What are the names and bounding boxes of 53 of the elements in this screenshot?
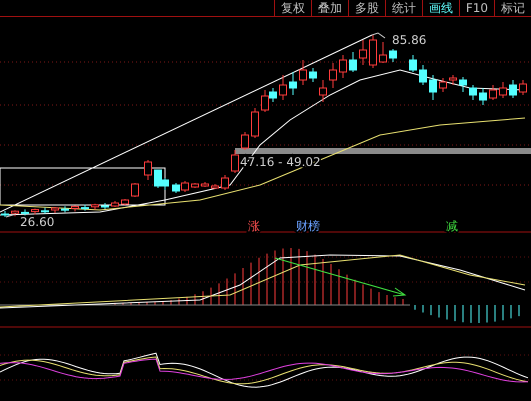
candlestick xyxy=(111,200,119,208)
event-marker: 财榜 xyxy=(296,219,320,233)
candlestick xyxy=(144,160,152,180)
candlestick xyxy=(191,182,199,188)
candlestick xyxy=(339,54,347,78)
candlestick xyxy=(279,74,287,100)
candlestick xyxy=(101,202,109,210)
candlestick xyxy=(439,78,447,92)
candlestick xyxy=(231,150,239,174)
candlestick xyxy=(71,204,79,212)
event-marker: 涨 xyxy=(248,219,260,233)
candlestick xyxy=(469,84,477,100)
candlestick xyxy=(309,68,317,82)
candlestick xyxy=(299,60,307,86)
candlestick xyxy=(251,108,259,138)
candlestick xyxy=(51,206,59,214)
candlestick xyxy=(1,210,9,218)
candlestick xyxy=(81,204,89,212)
low-price-label: 26.60 xyxy=(20,215,54,229)
candlestick xyxy=(31,208,39,216)
candlestick xyxy=(519,80,527,96)
candlestick xyxy=(489,84,497,100)
candlestick xyxy=(21,208,29,216)
candlestick xyxy=(241,132,249,150)
candlestick xyxy=(409,54,417,72)
candlestick xyxy=(319,80,327,102)
event-marker: 减 xyxy=(446,219,458,233)
candlestick xyxy=(379,42,387,64)
candlestick xyxy=(509,80,517,98)
leader-line xyxy=(372,32,386,38)
candlestick xyxy=(459,76,467,92)
candlestick xyxy=(41,207,49,214)
high-price-label: 85.86 xyxy=(392,33,426,47)
candlestick xyxy=(329,62,337,88)
candlestick xyxy=(221,174,229,190)
candlestick xyxy=(289,72,297,96)
leader-line xyxy=(6,214,16,218)
candlestick xyxy=(419,64,427,86)
candlestick xyxy=(369,34,377,68)
candlestick xyxy=(359,40,367,66)
candlestick xyxy=(61,206,69,213)
candlestick xyxy=(131,182,139,198)
candlestick xyxy=(389,48,397,62)
candlestick xyxy=(11,210,19,217)
candlestick xyxy=(121,198,129,206)
candlestick xyxy=(91,203,99,210)
candlestick xyxy=(449,74,457,86)
candlestick xyxy=(349,52,357,72)
candlestick xyxy=(201,182,209,188)
candlestick xyxy=(499,82,507,98)
candlestick xyxy=(429,74,437,100)
candlestick xyxy=(479,88,487,106)
candlestick xyxy=(211,184,219,190)
